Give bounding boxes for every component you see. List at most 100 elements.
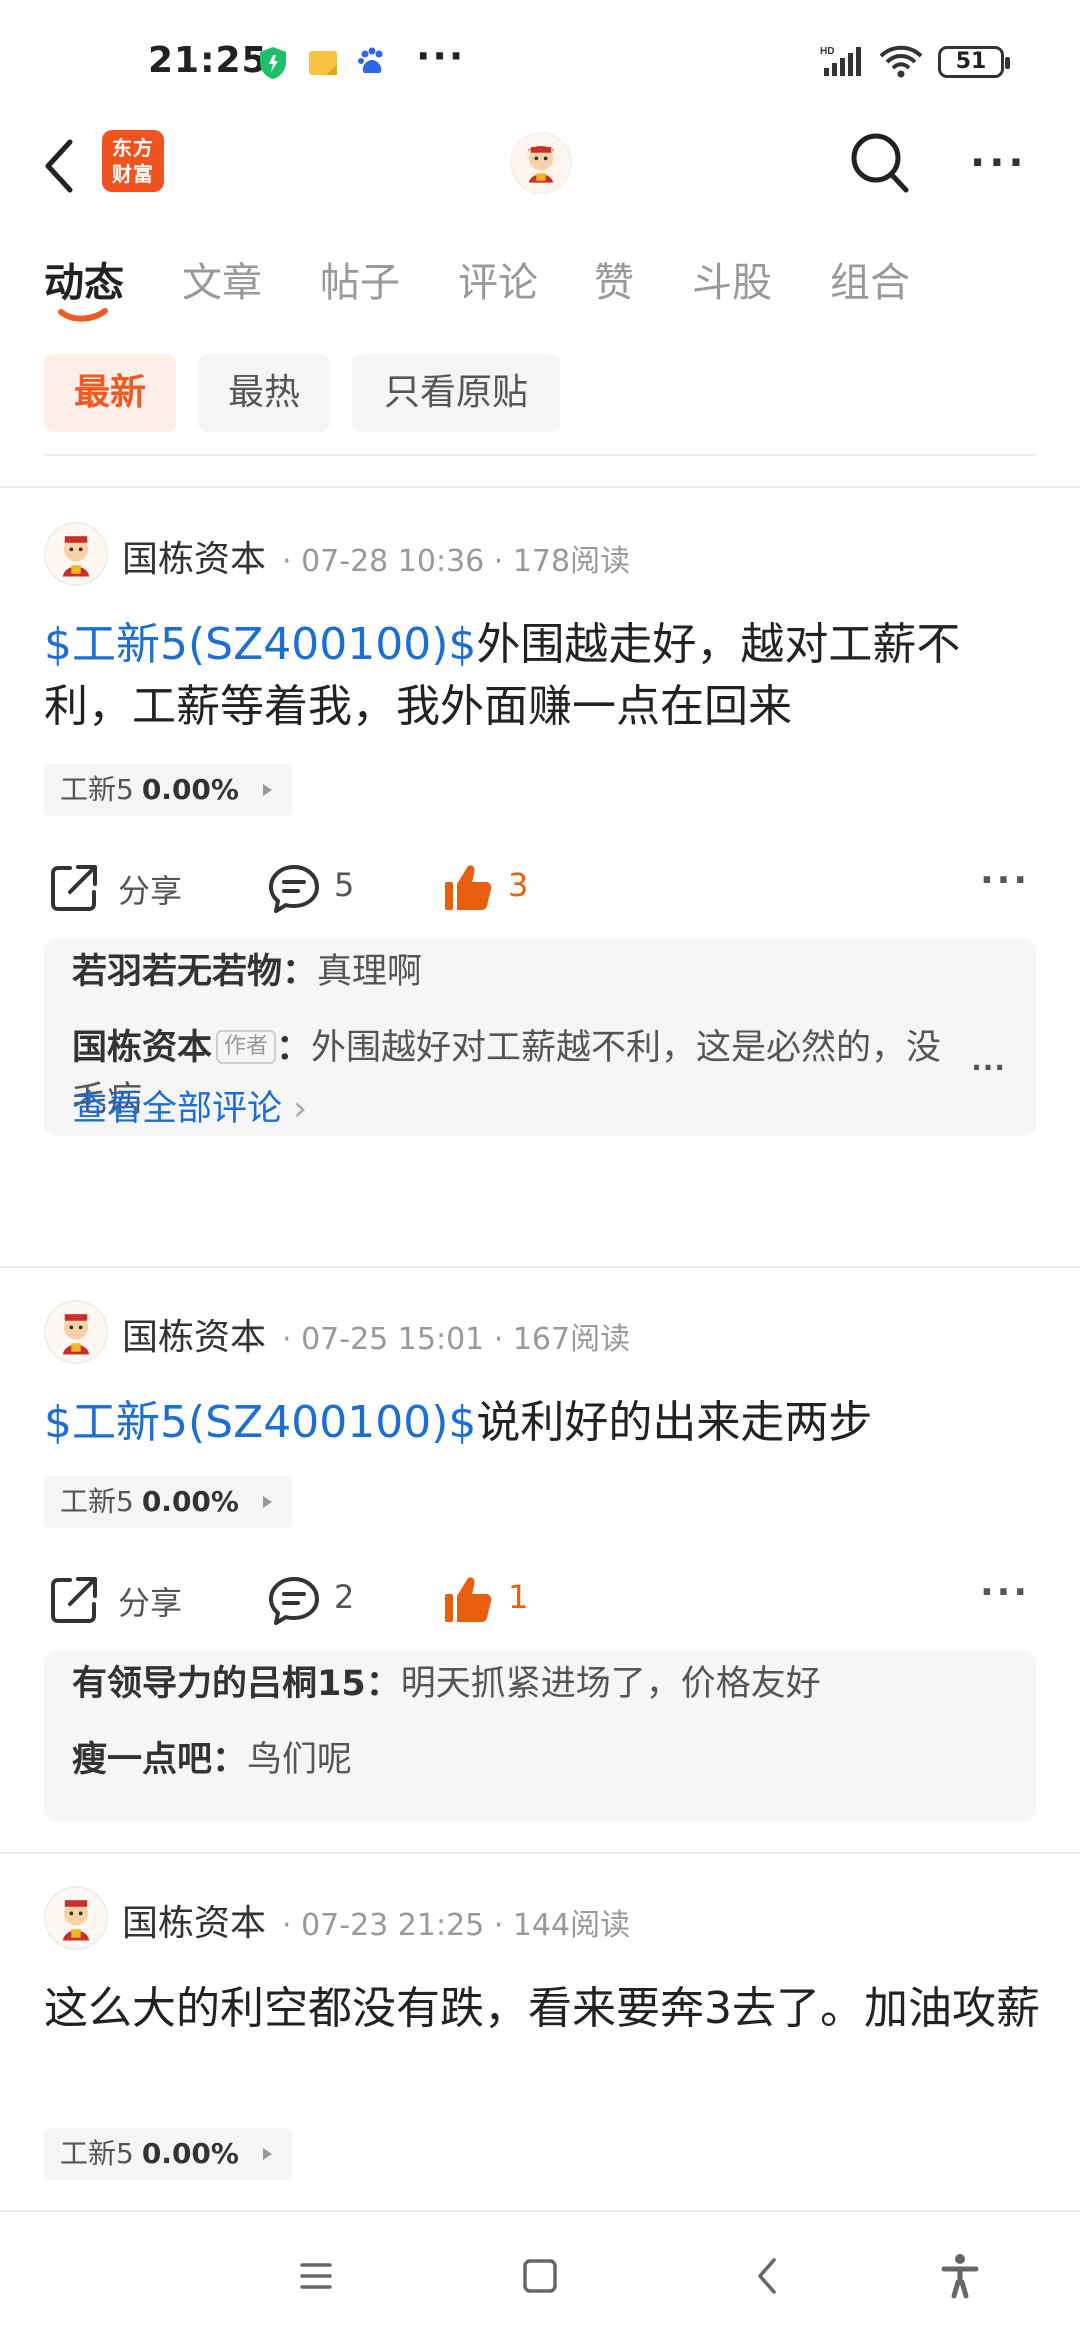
- comment-item: 瘦一点吧：鸟们呢: [72, 1740, 353, 1780]
- stock-tag[interactable]: 工新5 0.00%: [44, 2128, 292, 2180]
- post-meta: · 07-25 15:01 · 167阅读: [282, 1322, 631, 1357]
- divider: [44, 454, 1036, 456]
- commenter-name[interactable]: 有领导力的吕桐15: [72, 1664, 366, 1704]
- comment-icon: [269, 865, 319, 913]
- comment-button[interactable]: 2: [268, 1564, 388, 1634]
- commenter-name[interactable]: 瘦一点吧: [72, 1740, 212, 1780]
- share-button[interactable]: 分享: [48, 1564, 208, 1634]
- back-icon[interactable]: [40, 136, 80, 196]
- back-nav-icon[interactable]: [740, 2248, 796, 2304]
- comment-preview[interactable]: 有领导力的吕桐15：明天抓紧进场了，价格友好 瘦一点吧：鸟们呢: [44, 1650, 1036, 1822]
- post-text: 说利好的出来走两步: [476, 1397, 873, 1448]
- author-avatar[interactable]: [44, 1300, 108, 1364]
- chevron-right-icon: [263, 784, 272, 796]
- share-label: 分享: [118, 872, 183, 910]
- app-logo[interactable]: 东方 财富: [102, 130, 164, 192]
- thumbs-up-icon: [445, 1577, 492, 1622]
- battery-icon: 51: [938, 46, 1010, 78]
- wifi-icon: [879, 45, 923, 78]
- search-icon[interactable]: [848, 128, 912, 198]
- tab-likes[interactable]: 赞: [594, 250, 634, 308]
- filter-latest[interactable]: 最新: [44, 354, 176, 432]
- post-more-icon[interactable]: ···: [980, 860, 1030, 901]
- stock-tag-change: 0.00%: [141, 1485, 239, 1518]
- comment-item: 若羽若无若物：真理啊: [72, 952, 423, 992]
- note-icon: [309, 51, 337, 75]
- post-content[interactable]: $工新5(SZ400100)$说利好的出来走两步: [44, 1392, 1044, 1454]
- post-content[interactable]: $工新5(SZ400100)$外围越走好，越对工薪不利，工薪等着我，我外面赚一点…: [44, 614, 1044, 738]
- post-actions: 分享 2 1 ···: [0, 1564, 1080, 1634]
- tab-posts[interactable]: 帖子: [320, 250, 400, 308]
- chevron-right-icon: [263, 2148, 272, 2160]
- divider: [0, 1852, 1080, 1854]
- stock-tag-name: 工新5: [60, 2137, 134, 2170]
- author-avatar[interactable]: [44, 1886, 108, 1950]
- shield-icon: [260, 47, 286, 79]
- stock-tag-change: 0.00%: [141, 2137, 239, 2170]
- more-icon: ···: [416, 34, 466, 78]
- logo-line1: 东方: [112, 136, 154, 160]
- expand-ellipsis-icon: ...: [971, 1044, 1006, 1077]
- post-more-icon[interactable]: ···: [980, 1572, 1030, 1613]
- stock-tag[interactable]: 工新5 0.00%: [44, 764, 292, 816]
- stock-tag-name: 工新5: [60, 773, 134, 806]
- stock-tag-change: 0.00%: [141, 773, 239, 806]
- like-button[interactable]: 3: [442, 852, 562, 922]
- stock-link[interactable]: $工新5(SZ400100)$: [44, 1397, 476, 1448]
- author-name[interactable]: 国栋资本: [122, 530, 266, 582]
- comment-icon: [269, 1577, 319, 1625]
- chevron-right-icon: ›: [293, 1089, 308, 1129]
- logo-line2: 财富: [112, 162, 154, 186]
- comment-count: 5: [334, 866, 355, 904]
- tab-portfolio[interactable]: 组合: [830, 250, 910, 308]
- accessibility-icon[interactable]: [932, 2248, 988, 2304]
- share-button[interactable]: 分享: [48, 852, 208, 922]
- comment-preview[interactable]: 若羽若无若物：真理啊 国栋资本 作者 ：外围越好对工薪越不利，这是必然的，没毛病 .…: [44, 938, 1036, 1136]
- divider: [0, 486, 1080, 488]
- comment-text: 明天抓紧进场了，价格友好: [400, 1664, 821, 1704]
- like-count: 1: [508, 1578, 529, 1616]
- tab-dynamic[interactable]: 动态: [44, 250, 124, 308]
- author-badge: 作者: [216, 1030, 277, 1064]
- comment-count: 2: [334, 1578, 355, 1616]
- share-icon: [51, 865, 97, 911]
- author-name[interactable]: 国栋资本: [122, 1894, 266, 1946]
- filter-hottest[interactable]: 最热: [198, 354, 330, 432]
- filter-bar: 最新 最热 只看原贴: [0, 354, 1080, 434]
- tab-articles[interactable]: 文章: [182, 250, 262, 308]
- like-button[interactable]: 1: [442, 1564, 562, 1634]
- author-avatar[interactable]: [44, 522, 108, 586]
- tab-bar: 动态 文章 帖子 评论 赞 斗股 组合: [0, 240, 1080, 320]
- thumbs-up-icon: [445, 865, 492, 910]
- stock-link[interactable]: $工新5(SZ400100)$: [44, 619, 476, 670]
- share-label: 分享: [118, 1584, 183, 1622]
- post-content[interactable]: 这么大的利空都没有跌，看来要奔3去了。加油攻薪: [44, 1978, 1044, 2040]
- menu-icon[interactable]: [288, 2248, 344, 2304]
- more-options-icon[interactable]: ···: [970, 140, 1028, 186]
- commenter-name[interactable]: 国栋资本: [72, 1028, 212, 1068]
- view-all-comments-link[interactable]: 查看全部评论 ›: [72, 1080, 307, 1131]
- comment-button[interactable]: 5: [268, 852, 388, 922]
- post-meta: · 07-28 10:36 · 178阅读: [282, 544, 631, 579]
- comment-item: 有领导力的吕桐15：明天抓紧进场了，价格友好: [72, 1664, 821, 1704]
- divider: [0, 1266, 1080, 1268]
- stock-tag[interactable]: 工新5 0.00%: [44, 1476, 292, 1528]
- post-actions: 分享 5 3 ···: [0, 852, 1080, 922]
- like-count: 3: [508, 866, 529, 904]
- user-avatar[interactable]: [510, 132, 572, 194]
- active-tab-indicator: [58, 308, 108, 322]
- status-time: 21:25: [148, 40, 268, 81]
- svg-text:HD: HD: [820, 46, 834, 57]
- home-icon[interactable]: [512, 2248, 568, 2304]
- filter-original-only[interactable]: 只看原贴: [352, 354, 560, 432]
- chevron-right-icon: [263, 1496, 272, 1508]
- comment-text: 真理啊: [317, 952, 423, 992]
- share-icon: [51, 1577, 97, 1623]
- tab-stock-battle[interactable]: 斗股: [692, 250, 772, 308]
- tab-comments[interactable]: 评论: [458, 250, 538, 308]
- signal-icon: HD: [820, 46, 861, 76]
- commenter-name[interactable]: 若羽若无若物: [72, 952, 282, 992]
- baidu-icon: [358, 47, 383, 73]
- author-name[interactable]: 国栋资本: [122, 1308, 266, 1360]
- system-nav-bar: [0, 2210, 1080, 2340]
